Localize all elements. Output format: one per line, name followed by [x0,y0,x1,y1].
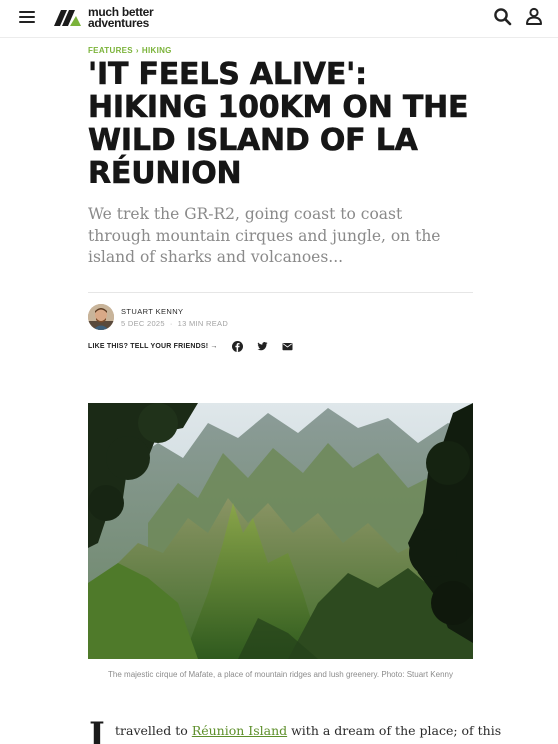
breadcrumb-features[interactable]: FEATURES [88,46,133,55]
user-icon[interactable] [525,7,543,27]
reunion-island-link[interactable]: Réunion Island [192,723,287,738]
search-icon[interactable] [493,7,513,27]
article-standfirst: We trek the GR-R2, going coast to coast … [88,205,441,266]
article-body: travelled to Réunion Island with a dream… [115,722,501,740]
share-bar: LIKE THIS? TELL YOUR FRIENDS! → [88,341,293,352]
twitter-icon[interactable] [257,341,268,352]
title-line-2: HIKING 100KM ON THE [88,90,469,125]
hero-image [88,403,473,659]
facebook-icon[interactable] [231,341,243,352]
title-line-3: WILD ISLAND OF LA [88,123,418,158]
menu-icon[interactable] [19,9,37,25]
read-time: 13 MIN READ [177,319,229,328]
share-label: LIKE THIS? TELL YOUR FRIENDS! → [88,343,218,350]
site-logo[interactable]: much better adventures [52,5,154,31]
image-caption: The majestic cirque of Mafate, a place o… [108,670,453,679]
breadcrumb-separator: › [135,46,139,55]
email-icon[interactable] [282,341,293,352]
logo-mark-icon [54,10,81,26]
author-name[interactable]: STUART KENNY [121,307,183,316]
publish-date: 5 DEC 2025 [121,319,165,328]
site-header: much better adventures [0,0,558,38]
logo-text: much better adventures [88,6,154,30]
breadcrumb: FEATURES › HIKING [88,46,172,55]
article-title: 'IT FEELS ALIVE': HIKING 100KM ON THE WI… [88,57,488,191]
author-avatar[interactable] [88,304,114,330]
breadcrumb-hiking[interactable]: HIKING [142,46,172,55]
body-text-start: travelled to [115,723,192,738]
logo-line-2: adventures [88,16,150,30]
meta-separator: · [169,319,173,328]
body-text-rest: with a dream of the place; of this [287,723,502,738]
article-meta: 5 DEC 2025 · 13 MIN READ [121,319,228,328]
title-line-1: 'IT FEELS ALIVE': [88,57,368,92]
dropcap: I [89,715,105,744]
title-line-4: RÉUNION [88,156,242,191]
divider [88,292,473,293]
